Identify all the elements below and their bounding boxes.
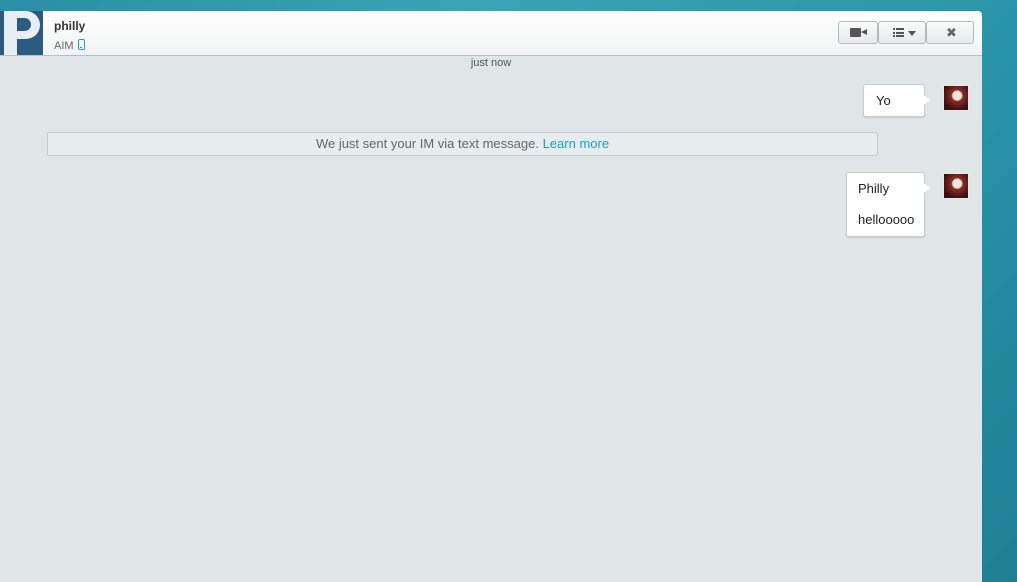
mobile-phone-icon: [78, 39, 85, 50]
contact-service-label: AIM: [54, 40, 74, 52]
list-menu-icon: [893, 28, 904, 37]
close-icon: ✖: [946, 25, 957, 40]
contact-name[interactable]: philly: [54, 19, 85, 33]
avatar-logo-stem: [4, 11, 17, 55]
learn-more-link[interactable]: Learn more: [543, 136, 609, 151]
message-text: Yo: [876, 93, 891, 108]
chat-window: philly AIM ✖ just now Yo We just sent yo…: [0, 11, 982, 582]
avatar-logo-hole: [17, 18, 31, 31]
message-bubble[interactable]: Yo: [863, 84, 930, 117]
chat-header: philly AIM ✖: [0, 11, 982, 56]
message-text: Philly: [858, 181, 890, 196]
message-text: hellooooo: [858, 212, 915, 227]
video-camera-icon: [850, 28, 867, 37]
my-avatar[interactable]: [943, 85, 969, 111]
my-avatar[interactable]: [943, 173, 969, 199]
options-menu-button[interactable]: [878, 21, 926, 44]
message-bubble[interactable]: Philly hellooooo: [846, 172, 930, 237]
video-call-button[interactable]: [838, 21, 878, 44]
sms-notice-banner: We just sent your IM via text message. L…: [47, 132, 878, 156]
caret-down-icon: [908, 31, 916, 36]
contact-avatar[interactable]: [0, 11, 43, 55]
sms-notice-text: We just sent your IM via text message.: [315, 136, 539, 151]
close-chat-button[interactable]: ✖: [926, 21, 974, 44]
message-timestamp: just now: [470, 57, 512, 69]
